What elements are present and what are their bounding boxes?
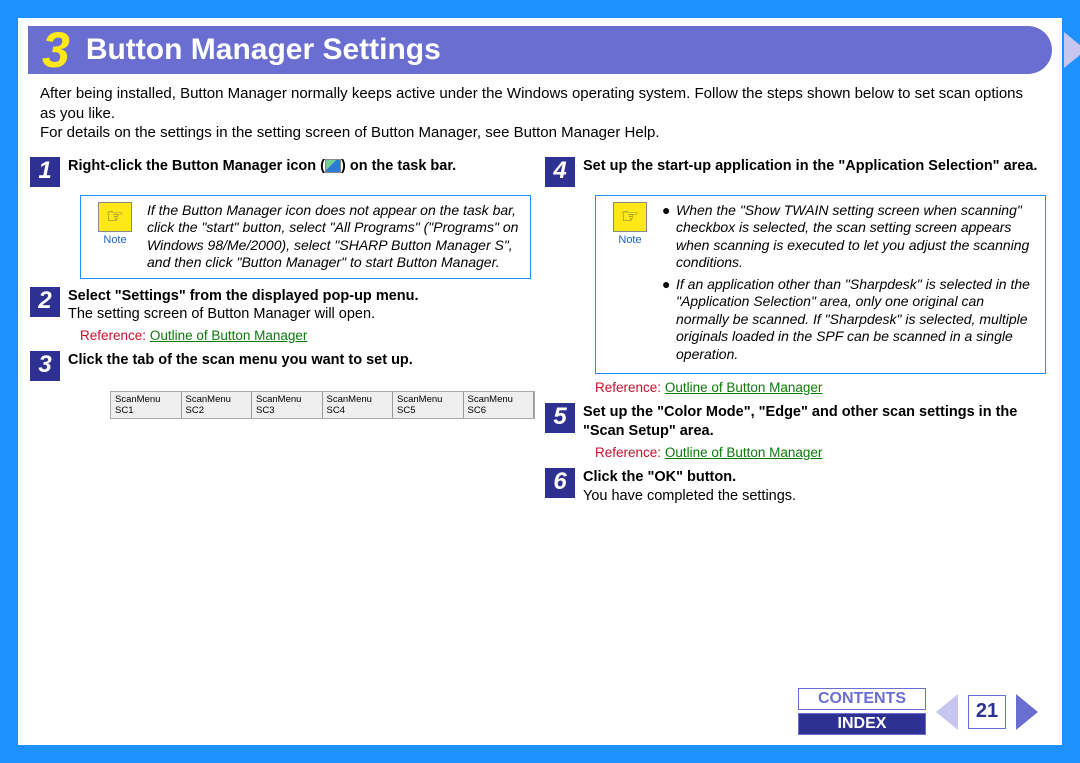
page-number: 21 [968, 695, 1006, 729]
chapter-header: 3 Button Manager Settings [28, 26, 1052, 74]
reference-link-3[interactable]: Outline of Button Manager [665, 445, 823, 460]
step-number-6: 6 [545, 468, 575, 498]
step-number-5: 5 [545, 403, 575, 433]
step-number-3: 3 [30, 351, 60, 381]
next-page-arrow-icon[interactable] [1016, 694, 1038, 730]
page-frame: 3 Button Manager Settings After being in… [0, 0, 1080, 763]
tab-sc5: ScanMenu SC5 [393, 392, 464, 418]
reference-label: Reference: [595, 380, 661, 395]
right-column: 4 Set up the start-up application in the… [545, 149, 1050, 508]
step-number-4: 4 [545, 157, 575, 187]
note-label: Note [604, 234, 656, 246]
step-5-heading: Set up the "Color Mode", "Edge" and othe… [583, 403, 1050, 441]
intro-paragraph-2: For details on the settings in the setti… [40, 123, 1040, 143]
note-box-1: ☞ Note If the Button Manager icon does n… [80, 195, 531, 279]
step-1-heading-a: Right-click the Button Manager icon ( [68, 158, 325, 174]
step-6-body: You have completed the settings. [583, 487, 1050, 506]
step-2-heading: Select "Settings" from the displayed pop… [68, 287, 535, 306]
tab-sc6: ScanMenu SC6 [464, 392, 535, 418]
scan-menu-tabs-screenshot: ScanMenu SC1 ScanMenu SC2 ScanMenu SC3 S… [110, 391, 535, 419]
note-box-2: ☞ Note When the "Show TWAIN setting scre… [595, 195, 1046, 375]
contents-button[interactable]: CONTENTS [798, 688, 926, 710]
step-number-1: 1 [30, 157, 60, 187]
footer-nav: CONTENTS INDEX 21 [798, 688, 1038, 735]
intro-paragraph-1: After being installed, Button Manager no… [40, 84, 1040, 123]
reference-label: Reference: [595, 445, 661, 460]
step-1-heading-b: ) on the task bar. [341, 158, 456, 174]
step-2-body: The setting screen of Button Manager wil… [68, 305, 535, 324]
index-button[interactable]: INDEX [798, 713, 926, 735]
tab-sc2: ScanMenu SC2 [182, 392, 253, 418]
tab-sc1: ScanMenu SC1 [111, 392, 182, 418]
note-label: Note [89, 234, 141, 246]
step-4-heading: Set up the start-up application in the "… [583, 157, 1050, 176]
tab-sc4: ScanMenu SC4 [323, 392, 394, 418]
reference-label: Reference: [80, 328, 146, 343]
step-6-heading: Click the "OK" button. [583, 468, 1050, 487]
note-2-bullet-1: When the "Show TWAIN setting screen when… [662, 202, 1037, 272]
reference-link-2[interactable]: Outline of Button Manager [665, 380, 823, 395]
page-title: Button Manager Settings [86, 33, 441, 67]
note-1-text: If the Button Manager icon does not appe… [147, 202, 522, 272]
intro-text: After being installed, Button Manager no… [40, 84, 1040, 143]
tab-sc3: ScanMenu SC3 [252, 392, 323, 418]
chapter-number: 3 [42, 25, 70, 75]
button-manager-icon [325, 159, 341, 173]
prev-page-arrow-icon[interactable] [936, 694, 958, 730]
pointing-hand-icon: ☞ [98, 202, 132, 232]
note-2-bullet-2: If an application other than "Sharpdesk"… [662, 276, 1037, 364]
left-column: 1 Right-click the Button Manager icon ()… [30, 149, 535, 508]
pointing-hand-icon: ☞ [613, 202, 647, 232]
step-3-heading: Click the tab of the scan menu you want … [68, 351, 535, 370]
step-number-2: 2 [30, 287, 60, 317]
header-arrow-icon [1064, 32, 1080, 68]
reference-link-1[interactable]: Outline of Button Manager [150, 328, 308, 343]
